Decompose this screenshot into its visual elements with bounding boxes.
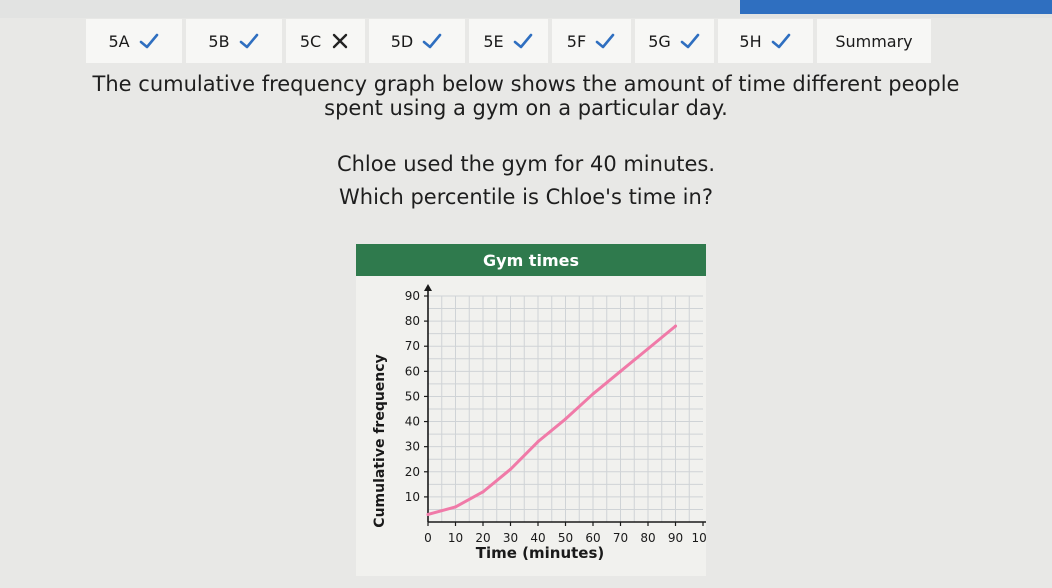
tab-5b[interactable]: 5B xyxy=(186,19,282,63)
curve-point xyxy=(509,467,512,471)
question-line-3: Chloe used the gym for 40 minutes. xyxy=(336,152,716,176)
y-axis-label: Cumulative frequency xyxy=(372,354,388,527)
tab-label: 5D xyxy=(390,31,414,51)
check-icon xyxy=(595,33,615,49)
curve-point xyxy=(674,324,677,328)
y-tick-label: 70 xyxy=(405,339,420,353)
question-line-4: Which percentile is Chloe's time in? xyxy=(339,185,713,209)
tab-5h[interactable]: 5H xyxy=(718,19,813,63)
curve-point xyxy=(536,440,540,444)
x-tick-label: 60 xyxy=(585,531,600,545)
cross-icon xyxy=(332,33,348,49)
check-icon xyxy=(239,33,258,49)
check-icon xyxy=(771,33,790,49)
y-tick-label: 60 xyxy=(405,364,420,378)
tab-label: 5H xyxy=(739,31,762,51)
curve-point xyxy=(619,369,622,373)
x-tick-label: 20 xyxy=(475,531,490,545)
tab-label: Summary xyxy=(835,31,913,51)
check-icon xyxy=(139,33,158,49)
check-icon xyxy=(513,33,532,49)
tab-5c[interactable]: 5C xyxy=(286,19,365,63)
tab-label: 5G xyxy=(648,31,671,51)
tab-5d[interactable]: 5D xyxy=(369,19,465,63)
x-tick-label: 80 xyxy=(640,531,655,545)
curve-point xyxy=(564,417,567,421)
x-tick-label: 10 xyxy=(448,531,463,545)
check-icon xyxy=(422,33,442,49)
chart-grid xyxy=(428,295,703,522)
x-tick-label: 40 xyxy=(530,531,545,545)
y-tick-label: 80 xyxy=(405,314,420,328)
chart-card: Gym times 0 10 20 30 40 50 60 70 80 90 100 10 20 30 40… xyxy=(356,244,706,576)
x-tick-label: 30 xyxy=(503,531,518,545)
curve-point xyxy=(481,490,485,494)
y-tick-label: 30 xyxy=(405,440,420,454)
tab-label: 5B xyxy=(208,31,230,51)
x-tick-label: 0 xyxy=(424,531,432,545)
check-icon xyxy=(680,33,700,49)
x-axis-label: Time (minutes) xyxy=(476,544,605,562)
y-tick-label: 10 xyxy=(405,490,420,504)
tab-5g[interactable]: 5G xyxy=(635,19,714,63)
tab-label: 5A xyxy=(108,31,130,51)
chart-title: Gym times xyxy=(356,244,706,276)
curve-point xyxy=(454,505,457,509)
y-axis-arrow xyxy=(424,284,432,291)
x-tick-label: 70 xyxy=(613,531,628,545)
y-tick-label: 40 xyxy=(405,415,420,429)
tab-label: 5F xyxy=(566,31,587,51)
tab-label: 5E xyxy=(483,31,504,51)
curve-point xyxy=(426,512,430,516)
tab-5f[interactable]: 5F xyxy=(552,19,631,63)
tab-5a[interactable]: 5A xyxy=(86,19,182,63)
y-tick-label: 20 xyxy=(405,465,420,479)
tab-5e[interactable]: 5E xyxy=(469,19,548,63)
tab-summary[interactable]: Summary xyxy=(817,19,931,63)
question-line-2: spent using a gym on a particular day. xyxy=(324,96,728,120)
cumulative-frequency-chart: 0 10 20 30 40 50 60 70 80 90 100 10 20 30 40 50 60 70 80 90… xyxy=(372,284,706,562)
y-tick-label: 90 xyxy=(405,289,420,303)
top-accent-bar xyxy=(740,0,1052,14)
x-tick-label: 90 xyxy=(668,531,683,545)
curve-point xyxy=(646,347,650,351)
tab-label: 5C xyxy=(299,31,322,51)
x-tick-label: 100 xyxy=(692,531,706,545)
chart-ticks: 0 10 20 30 40 50 60 70 80 90 100 10 20 30 40 50 60 70 80 90 xyxy=(405,289,706,545)
x-tick-label: 50 xyxy=(558,531,573,545)
y-tick-label: 50 xyxy=(405,389,420,403)
curve-point xyxy=(591,392,595,396)
